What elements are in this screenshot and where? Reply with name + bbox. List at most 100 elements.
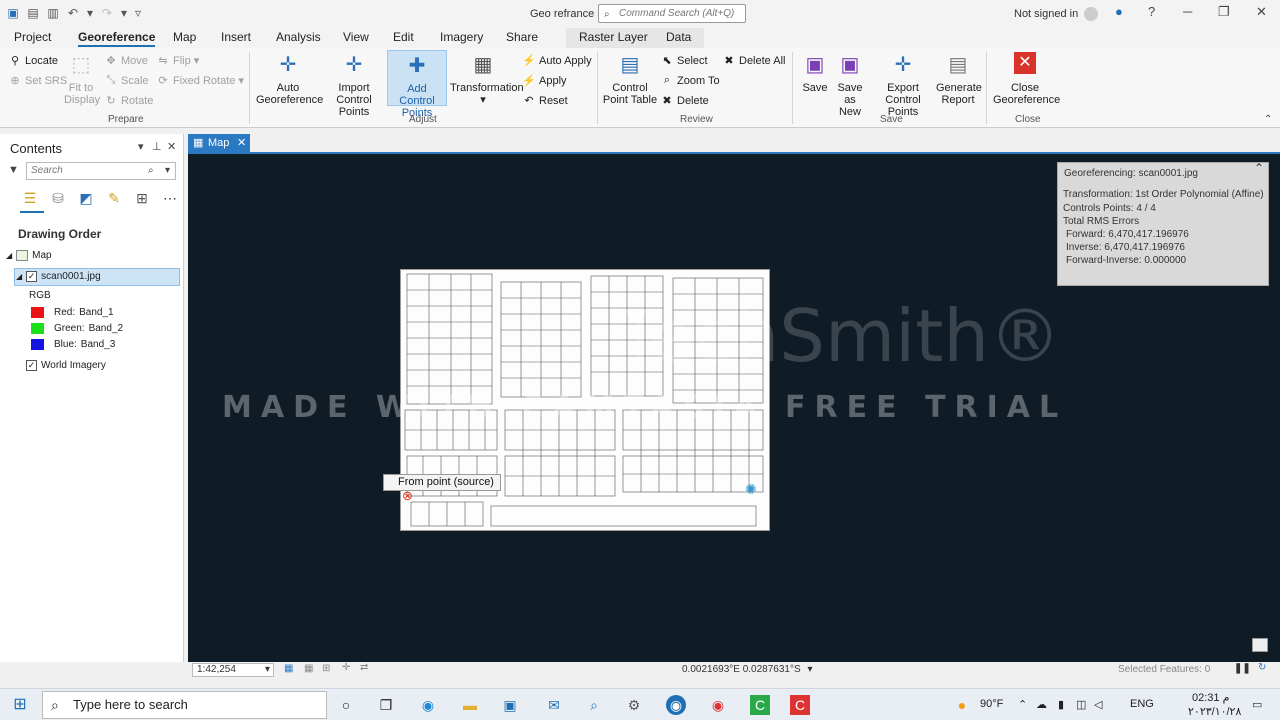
- tab-share[interactable]: Share: [506, 30, 538, 44]
- taskbar-search-input[interactable]: ⌕ Type here to search: [42, 691, 327, 719]
- show-hidden-icons-icon[interactable]: ⌃: [1018, 698, 1027, 711]
- tab-edit[interactable]: Edit: [393, 30, 414, 44]
- tab-insert[interactable]: Insert: [221, 30, 251, 44]
- tab-georeference[interactable]: Georeference: [78, 30, 156, 47]
- language-indicator[interactable]: ENG: [1130, 698, 1154, 710]
- red-swatch[interactable]: [31, 307, 44, 318]
- save-button[interactable]: ▣ Save: [800, 52, 830, 94]
- zoom-to-button[interactable]: ⌕ Zoom To: [660, 74, 720, 87]
- contents-search-input[interactable]: Search ⌕ ▾: [26, 162, 176, 180]
- close-pane-icon[interactable]: ✕: [167, 140, 176, 153]
- search-app-icon[interactable]: ⌕: [584, 695, 604, 715]
- grid-icon[interactable]: ▦: [304, 663, 313, 674]
- refresh-map-icon[interactable]: ↻: [1258, 662, 1266, 673]
- export-control-points-button[interactable]: ✛ Export Control Points: [870, 52, 936, 118]
- arcgis-pro-icon[interactable]: ◉: [666, 695, 686, 715]
- tab-view[interactable]: View: [343, 30, 369, 44]
- select-button[interactable]: ⬉ Select: [660, 54, 707, 68]
- visibility-checkbox[interactable]: ✓: [26, 360, 37, 371]
- refresh-icon[interactable]: ⇄: [360, 662, 368, 673]
- auto-apply-button[interactable]: ⚡ Auto Apply: [522, 54, 591, 68]
- list-by-drawing-order-icon[interactable]: ☰: [22, 190, 38, 207]
- tab-raster-layer[interactable]: Raster Layer: [579, 30, 648, 44]
- notification-icon[interactable]: ●: [1115, 4, 1123, 19]
- open-icon[interactable]: ▤: [26, 6, 40, 20]
- mail-icon[interactable]: ✉: [544, 695, 564, 715]
- flip-button[interactable]: ⇋ Flip ▾: [156, 54, 199, 68]
- tree-item-map[interactable]: ◢ Map: [6, 250, 52, 261]
- pin-icon[interactable]: ⊥: [152, 140, 162, 153]
- fixed-rotate-button[interactable]: ⟳ Fixed Rotate ▾: [156, 74, 244, 88]
- collapse-icon[interactable]: ◢: [6, 251, 12, 260]
- scale-selector[interactable]: 1:42,254 ▾: [192, 663, 274, 677]
- tab-map-view[interactable]: ▦ Map ✕: [188, 134, 250, 152]
- tab-project[interactable]: Project: [14, 30, 51, 44]
- close-georeference-button[interactable]: ✕ Close Georeference: [993, 52, 1060, 106]
- notifications-icon[interactable]: ▭: [1252, 698, 1262, 711]
- set-srs-button[interactable]: ⊕ Set SRS: [8, 74, 67, 88]
- list-by-editing-icon[interactable]: ✎: [106, 190, 122, 207]
- coordinate-readout[interactable]: 0.0021693°E 0.0287631°S ▾: [682, 664, 812, 675]
- customize-qat-icon[interactable]: ▿: [134, 6, 142, 20]
- cortana-icon[interactable]: ○: [336, 695, 356, 715]
- file-explorer-icon[interactable]: ▬: [460, 695, 480, 715]
- chrome-icon[interactable]: ◉: [708, 695, 728, 715]
- network-icon[interactable]: ◫: [1076, 698, 1086, 711]
- source-point-marker-icon[interactable]: ⊗: [402, 488, 413, 504]
- tree-item-world-imagery[interactable]: ✓ World Imagery: [26, 360, 106, 371]
- control-point-table-button[interactable]: ▤ Control Point Table: [602, 52, 658, 106]
- edge-icon[interactable]: ◉: [418, 695, 438, 715]
- command-search-input[interactable]: ⌕ Command Search (Alt+Q): [598, 4, 746, 23]
- tab-imagery[interactable]: Imagery: [440, 30, 483, 44]
- signin-status[interactable]: Not signed in: [1014, 8, 1078, 20]
- redo-icon[interactable]: ↷: [100, 6, 114, 20]
- reset-button[interactable]: ↶ Reset: [522, 94, 567, 108]
- add-control-points-button[interactable]: ✚ Add Control Points: [387, 50, 447, 119]
- tab-analysis[interactable]: Analysis: [276, 30, 321, 44]
- map-canvas[interactable]: TechSmith® MADE WITH CAMTASIA FREE TRIAL…: [188, 154, 1280, 662]
- tab-map[interactable]: Map: [173, 30, 196, 44]
- redo-dropdown-icon[interactable]: ▾: [120, 6, 128, 20]
- close-window-icon[interactable]: ✕: [1256, 4, 1267, 20]
- collapse-info-icon[interactable]: ⌃: [1254, 161, 1264, 175]
- target-point-marker-icon[interactable]: ✺: [745, 481, 757, 498]
- green-swatch[interactable]: [31, 323, 44, 334]
- clock-time[interactable]: 02:31 م: [1192, 691, 1229, 704]
- transformation-button[interactable]: ▦ Transformation ▾: [450, 52, 524, 106]
- blue-swatch[interactable]: [31, 339, 44, 350]
- camtasia-green-icon[interactable]: C: [750, 695, 770, 715]
- store-icon[interactable]: ▣: [500, 695, 520, 715]
- visibility-checkbox[interactable]: ✓: [26, 271, 38, 282]
- list-by-snapping-icon[interactable]: ⊞: [134, 190, 150, 207]
- fixed-zoom-icon[interactable]: ▦: [284, 663, 293, 674]
- more-options-icon[interactable]: ⋯: [162, 190, 178, 207]
- map-layers-icon[interactable]: [1252, 638, 1268, 652]
- collapse-ribbon-icon[interactable]: ⌃: [1264, 114, 1272, 125]
- pane-options-icon[interactable]: ▾: [138, 140, 144, 153]
- pause-drawing-icon[interactable]: ❚❚: [1234, 663, 1251, 674]
- collapse-icon[interactable]: ◢: [16, 272, 22, 281]
- import-control-points-button[interactable]: ✛ Import Control Points: [322, 52, 386, 118]
- minimize-icon[interactable]: ─: [1183, 4, 1192, 19]
- clock-date[interactable]: ٢٠٢٣/١٠/٢٨: [1188, 705, 1241, 718]
- windows-start-icon[interactable]: ⊞: [10, 695, 30, 715]
- move-button[interactable]: ✥ Move: [104, 54, 148, 68]
- tree-item-scan0001[interactable]: ◢ ✓ scan0001.jpg: [16, 271, 101, 282]
- microphone-icon[interactable]: ▮: [1058, 698, 1064, 711]
- apply-button[interactable]: ⚡ Apply: [522, 74, 566, 88]
- delete-all-button[interactable]: ✖ Delete All: [722, 54, 785, 68]
- undo-icon[interactable]: ↶: [66, 6, 80, 20]
- undo-dropdown-icon[interactable]: ▾: [86, 6, 94, 20]
- maximize-icon[interactable]: ❐: [1218, 4, 1230, 20]
- chevron-down-icon[interactable]: ▾: [165, 163, 170, 179]
- snapping-icon[interactable]: ⊞: [322, 663, 330, 674]
- close-tab-icon[interactable]: ✕: [237, 134, 246, 152]
- help-icon[interactable]: ?: [1148, 4, 1155, 19]
- camtasia-red-icon[interactable]: C: [790, 695, 810, 715]
- fit-to-display-button[interactable]: ⬚ Fit to Display: [64, 52, 100, 106]
- rotate-button[interactable]: ↻ Rotate: [104, 94, 153, 108]
- save-icon[interactable]: ▥: [46, 6, 60, 20]
- generate-report-button[interactable]: ▤ Generate Report: [936, 52, 982, 106]
- settings-app-icon[interactable]: ⚙: [624, 695, 644, 715]
- scale-button[interactable]: ⤡ Scale: [104, 74, 149, 87]
